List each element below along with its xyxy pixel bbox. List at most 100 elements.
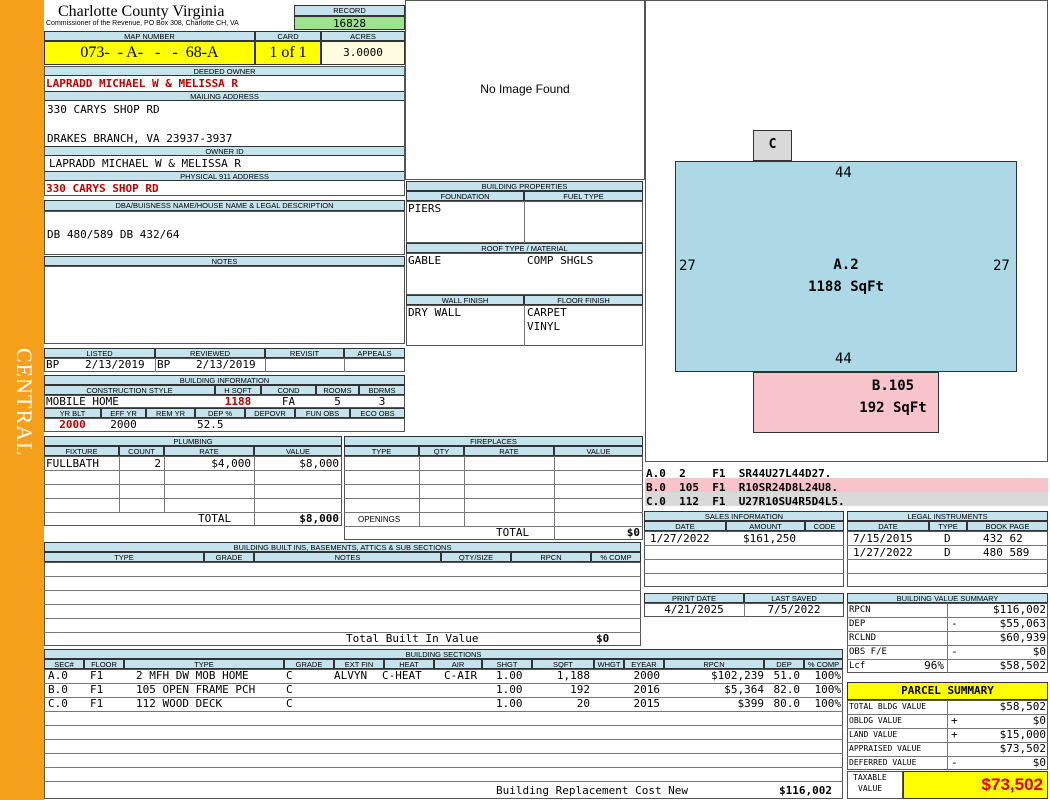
legal-col-book: BOOK PAGE — [967, 521, 1048, 531]
reviewed-by: BP — [157, 358, 171, 371]
legend-row-b: B.0 105 F1 R10SR24D8L24U8. — [645, 478, 1048, 494]
legal-type-0: D — [944, 532, 951, 545]
acres-label: ACRES — [321, 31, 405, 41]
sketch-c-label: C — [768, 137, 777, 152]
commissioner-line: Commissioner of the Revenue, PO Box 308,… — [46, 20, 239, 27]
plumbing-col-fixture: FIXTURE — [44, 446, 119, 456]
builtins-col-grade: GRADE — [204, 552, 254, 562]
legal-col-date: DATE — [847, 521, 929, 531]
parcel-label-3: APPRAISED VALUE — [849, 744, 922, 753]
sales-label: SALES INFORMATION — [644, 511, 844, 521]
sketch-b-label: B.105 — [871, 378, 915, 394]
builtins-total-value: $0 — [596, 632, 610, 645]
fireplaces-openings-label: OPENINGS — [358, 515, 401, 524]
sections-col-comp: % COMP — [804, 659, 843, 669]
sections-col-grade: GRADE — [284, 659, 334, 669]
sketch-bottom-dim: 44 — [835, 351, 852, 367]
ecoobs-label: ECO OBS — [350, 408, 405, 418]
sections-col-floor: FLOOR — [84, 659, 124, 669]
map-number-label: MAP NUMBER — [44, 31, 255, 41]
builtins-col-notes: NOTES — [254, 552, 441, 562]
sketch-b-area: 192 SqFt — [859, 400, 927, 416]
parcel-value-1: $0 — [1032, 714, 1046, 727]
sales-col-amount: AMOUNT — [726, 521, 805, 531]
bvs-label-1: DEP — [849, 619, 866, 629]
bvs-value-3: $0 — [1032, 645, 1046, 658]
sections-col-type: TYPE — [124, 659, 284, 669]
legal-date-0: 7/15/2015 — [853, 532, 913, 545]
roof-material: COMP SHGLS — [527, 254, 594, 267]
plumbing-fixture-0: FULLBATH — [46, 457, 99, 470]
sections-col-sec: SEC# — [44, 659, 84, 669]
sections-row-2: C.0 F1 112 WOOD DECK C 1.00 20 2015 $399… — [48, 697, 841, 710]
dba-label: DBA/BUISNESS NAME/HOUSE NAME & LEGAL DES… — [44, 200, 405, 211]
sketch-a-label: A.2 — [833, 257, 859, 273]
bvs-label-2: RCLND — [849, 633, 877, 643]
sales-col-code: CODE — [805, 521, 844, 531]
card-value: 1 of 1 — [255, 41, 321, 65]
legal-date-1: 1/27/2022 — [853, 546, 913, 559]
yrblt-value: 2000 — [59, 418, 86, 431]
fireplaces-col-rate: RATE — [464, 446, 554, 456]
effyr-label: EFF YR — [101, 408, 146, 418]
plumbing-col-value: VALUE — [254, 446, 342, 456]
sections-col-rpcn: RPCN — [664, 659, 764, 669]
plumbing-total-value: $8,000 — [299, 512, 339, 525]
rooms-value: 5 — [334, 395, 341, 408]
appeals-label: APPEALS — [344, 348, 405, 358]
sections-label: BUILDING SECTIONS — [44, 649, 843, 659]
acres-value: 3.0000 — [321, 41, 405, 65]
fireplaces-col-qty: QTY — [419, 446, 464, 456]
dba-value: DB 480/589 DB 432/64 — [47, 228, 180, 241]
sections-col-shgt: SHGT — [482, 659, 532, 669]
legal-col-type: TYPE — [929, 521, 967, 531]
sections-header-row: SEC# FLOOR TYPE GRADE EXT FIN HEAT AIR S… — [44, 659, 843, 669]
wall-label: WALL FINISH — [406, 295, 524, 305]
roof-type: GABLE — [408, 254, 442, 267]
bvs-value-2: $60,939 — [999, 631, 1046, 644]
bvs-label-0: RPCN — [849, 605, 871, 615]
hsqft-value: 1188 — [224, 395, 252, 408]
sales-date-0: 1/27/2022 — [650, 532, 710, 545]
cond-value: FA — [281, 395, 296, 408]
remyr-label: REM YR — [146, 408, 195, 418]
parcel-summary-title: PARCEL SUMMARY — [847, 682, 1048, 700]
plumbing-col-rate: RATE — [164, 446, 254, 456]
style-label: CONSTRUCTION STYLE — [44, 385, 215, 395]
sections-col-eyear: EYEAR — [624, 659, 664, 669]
parcel-value-3: $73,502 — [999, 742, 1046, 755]
bvs-value-0: $116,002 — [993, 603, 1046, 616]
roof-label: ROOF TYPE / MATERIAL — [406, 243, 643, 253]
reviewed-label: REVIEWED — [155, 348, 265, 358]
depovr-label: DEPOVR — [245, 408, 295, 418]
parcel-value-0: $58,502 — [999, 700, 1046, 713]
sales-amount-0: $161,250 — [743, 532, 796, 545]
bdrms-value: 3 — [378, 395, 386, 408]
bdrms-label: BDRMS — [359, 385, 405, 395]
builtins-col-type: TYPE — [44, 552, 204, 562]
last-saved-label: LAST SAVED — [744, 593, 844, 603]
plumbing-count-0: 2 — [154, 457, 161, 470]
listed-by: BP — [46, 358, 60, 371]
bvs-label-3: OBS F/E — [849, 647, 887, 657]
builtins-total-label: Total Built In Value — [346, 632, 479, 645]
taxable-label-1: TAXABLE — [853, 773, 887, 782]
card-label: CARD — [255, 31, 321, 41]
hsqft-label: H SQFT — [215, 385, 261, 395]
building-info-label: BUILDING INFORMATION — [44, 375, 405, 385]
rooms-label: ROOMS — [316, 385, 359, 395]
builtins-col-qty: QTY/SIZE — [441, 552, 511, 562]
floor-value-1: CARPET — [527, 306, 567, 319]
style-value: MOBILE HOME — [46, 395, 119, 408]
sketch-legend: A.0 2 F1 SR44U27L44D27. B.0 105 F1 R10SR… — [645, 464, 1048, 508]
sections-col-extfin: EXT FIN — [334, 659, 384, 669]
bvs-value-4: $58,502 — [999, 659, 1046, 672]
sidebar-label: CENTRAL — [12, 348, 37, 457]
parcel-label-2: LAND VALUE — [849, 730, 898, 739]
parcel-value-2: $15,000 — [999, 728, 1046, 741]
sections-row-0: A.0 F1 2 MFH DW MOB HOME C ALVYN C-HEAT … — [48, 669, 841, 682]
yrblt-label: YR BLT — [44, 408, 101, 418]
legal-book-1: 480 589 — [983, 546, 1030, 559]
legal-label: LEGAL INSTRUMENTS — [847, 511, 1048, 521]
owner-block — [44, 66, 405, 196]
